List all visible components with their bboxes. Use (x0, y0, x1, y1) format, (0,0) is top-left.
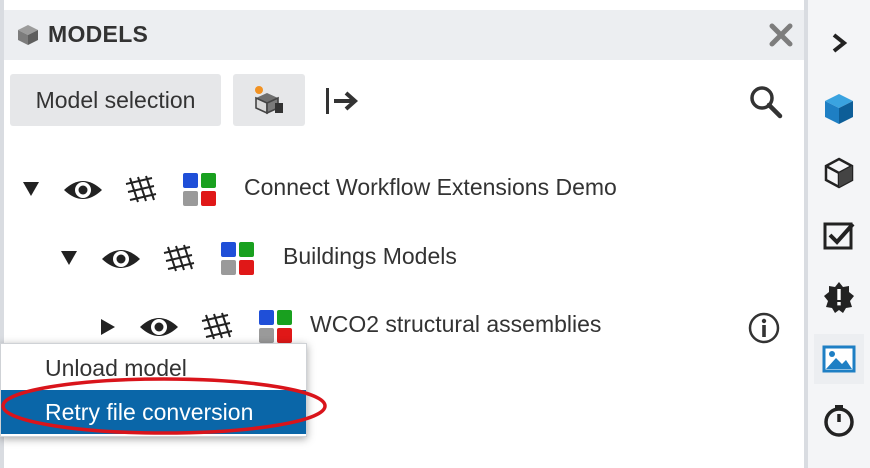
rail-checklist-button[interactable] (814, 210, 864, 260)
rail-issues-button[interactable] (814, 272, 864, 322)
eye-icon[interactable] (138, 313, 180, 341)
color-palette-icon (259, 310, 293, 344)
menu-item-label: Unload model (45, 355, 187, 381)
mesh-icon[interactable] (160, 243, 196, 275)
retry-file-conversion-menu-item[interactable]: Retry file conversion (1, 390, 306, 434)
collapse-triangle-icon[interactable] (100, 318, 116, 336)
rail-models-button[interactable] (814, 84, 864, 134)
context-menu: Unload model Retry file conversion (0, 343, 307, 437)
eye-icon[interactable] (100, 245, 142, 273)
rail-objects-button[interactable] (814, 148, 864, 198)
rail-collapse-button[interactable] (814, 18, 864, 68)
tree-row[interactable]: Buildings Models (0, 237, 800, 281)
rail-images-button[interactable] (814, 334, 864, 384)
menu-item-label: Retry file conversion (45, 399, 254, 425)
expand-triangle-icon[interactable] (60, 250, 78, 266)
tree-row-label: WCO2 structural assemblies (310, 311, 602, 337)
eye-icon[interactable] (62, 176, 104, 204)
expand-triangle-icon[interactable] (22, 181, 40, 197)
load-model-icon (255, 86, 283, 115)
mesh-icon[interactable] (122, 174, 158, 206)
models-cube-icon (18, 25, 38, 45)
cube-outline-icon (824, 157, 854, 189)
color-palette-icon (221, 242, 255, 276)
info-icon[interactable] (747, 311, 781, 345)
export-arrow-icon[interactable] (322, 84, 362, 118)
search-icon[interactable] (748, 84, 784, 120)
model-selection-label: Model selection (35, 86, 196, 113)
collapse-chevron-icon (832, 33, 848, 53)
checklist-icon (823, 222, 855, 250)
right-rail-divider (804, 0, 808, 468)
timer-icon (824, 405, 854, 437)
tree-row-label: Buildings Models (283, 243, 457, 269)
mesh-icon[interactable] (198, 311, 234, 343)
badge-alert-icon (824, 282, 854, 313)
load-model-button[interactable] (233, 74, 305, 126)
color-palette-icon (183, 173, 217, 207)
image-icon (822, 345, 856, 373)
panel-title: MODELS (48, 21, 149, 47)
tree-row[interactable]: Connect Workflow Extensions Demo (0, 168, 800, 212)
unload-model-menu-item[interactable]: Unload model (1, 346, 306, 390)
tree-row-label: Connect Workflow Extensions Demo (244, 174, 617, 200)
rail-timer-button[interactable] (814, 396, 864, 446)
models-cube-icon (825, 94, 853, 124)
panel-header: MODELS (4, 10, 804, 60)
close-icon[interactable] (766, 20, 796, 50)
model-selection-button[interactable]: Model selection (10, 74, 221, 126)
